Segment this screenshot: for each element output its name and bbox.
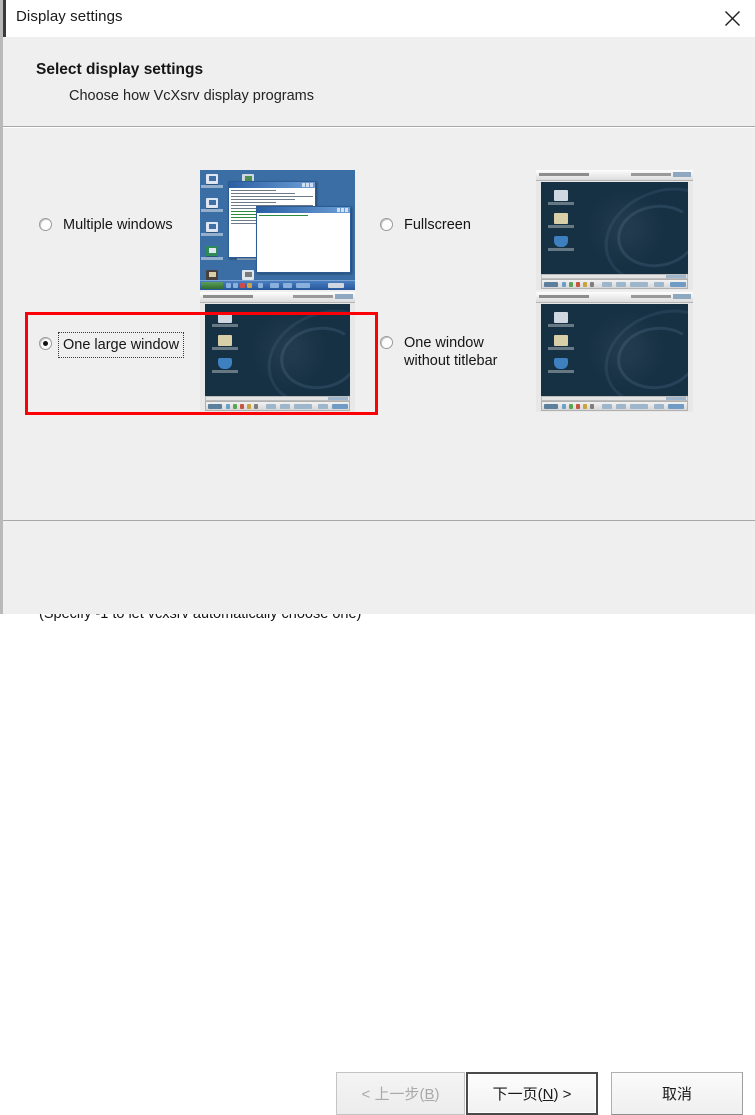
radio-indicator-fullscreen[interactable] [380, 218, 393, 231]
radio-option-one-window-without-titlebar[interactable]: One window without titlebar [380, 334, 498, 370]
thumbnail-multiple-windows[interactable] [200, 170, 355, 290]
titlebar-accent [3, 0, 6, 37]
display-settings-dialog: Display settings Select display settings… [0, 0, 755, 1115]
next-button[interactable]: 下一页(N) > [466, 1072, 598, 1115]
radio-label-one-window-without-titlebar: One window without titlebar [404, 335, 498, 369]
close-icon[interactable] [709, 0, 755, 37]
radio-label-fullscreen: Fullscreen [404, 217, 471, 233]
next-button-label: 下一页(N) > [492, 1086, 572, 1103]
page-subtitle: Choose how VcXsrv display programs [69, 88, 314, 104]
radio-indicator-one-window-without-titlebar[interactable] [380, 336, 393, 349]
back-button[interactable]: < 上一步(B) [336, 1072, 465, 1115]
thumbnail-one-window-without-titlebar[interactable] [536, 292, 693, 412]
options-area: Multiple windows Fullscreen One large wi… [3, 128, 755, 622]
cancel-button[interactable]: 取消 [611, 1072, 743, 1115]
thumbnail-one-large-window[interactable] [200, 292, 355, 412]
cancel-button-label: 取消 [661, 1086, 692, 1103]
radio-label-multiple-windows: Multiple windows [63, 217, 173, 233]
footer-bar: < 上一步(B) 下一页(N) > 取消 [3, 521, 755, 1115]
radio-option-multiple-windows[interactable]: Multiple windows [39, 216, 173, 234]
radio-option-fullscreen[interactable]: Fullscreen [380, 216, 471, 234]
radio-option-one-large-window[interactable]: One large window [39, 332, 185, 358]
radio-label-one-large-window: One large window [57, 332, 185, 358]
title-bar: Display settings [3, 0, 755, 38]
header-band: Select display settings Choose how VcXsr… [3, 37, 755, 126]
radio-indicator-one-large-window[interactable] [39, 337, 52, 350]
page-title: Select display settings [36, 61, 204, 78]
thumbnail-fullscreen[interactable] [536, 170, 693, 290]
radio-indicator-multiple-windows[interactable] [39, 218, 52, 231]
window-title: Display settings [16, 8, 123, 25]
back-button-label: < 上一步(B) [361, 1086, 440, 1103]
